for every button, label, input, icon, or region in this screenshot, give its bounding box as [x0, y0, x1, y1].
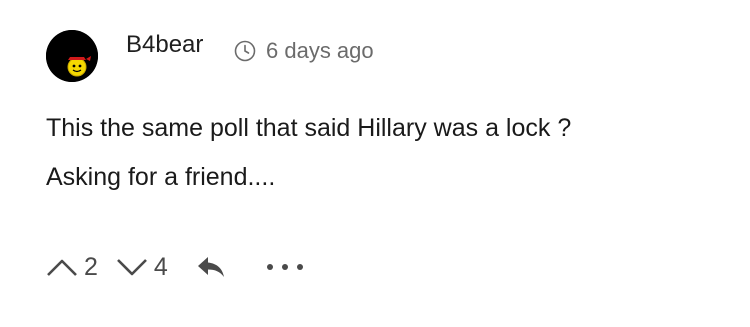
username[interactable]: B4bear [126, 31, 203, 59]
more-dots-icon [266, 263, 304, 271]
comment: B4bear 6 days ago This the same poll tha… [0, 0, 750, 327]
comment-line-2: Asking for a friend.... [46, 163, 276, 191]
comment-actions: 2 4 [46, 251, 304, 283]
timestamp: 6 days ago [234, 38, 374, 64]
reply-arrow-icon [196, 255, 226, 279]
downvote-button[interactable]: 4 [116, 253, 168, 282]
reply-button[interactable] [196, 255, 226, 279]
chevron-up-icon [46, 257, 78, 277]
upvote-count: 2 [84, 252, 98, 281]
downvote-count: 4 [153, 252, 168, 281]
avatar-image [46, 30, 98, 82]
upvote-button[interactable]: 2 [46, 253, 98, 282]
timestamp-text: 6 days ago [266, 38, 374, 63]
avatar[interactable] [46, 30, 98, 82]
chevron-down-icon [116, 257, 148, 277]
comment-line-1: This the same poll that said Hillary was… [46, 114, 572, 142]
clock-icon [234, 40, 256, 62]
comment-body: This the same poll that said Hillary was… [46, 111, 706, 194]
more-options-button[interactable] [266, 263, 304, 271]
